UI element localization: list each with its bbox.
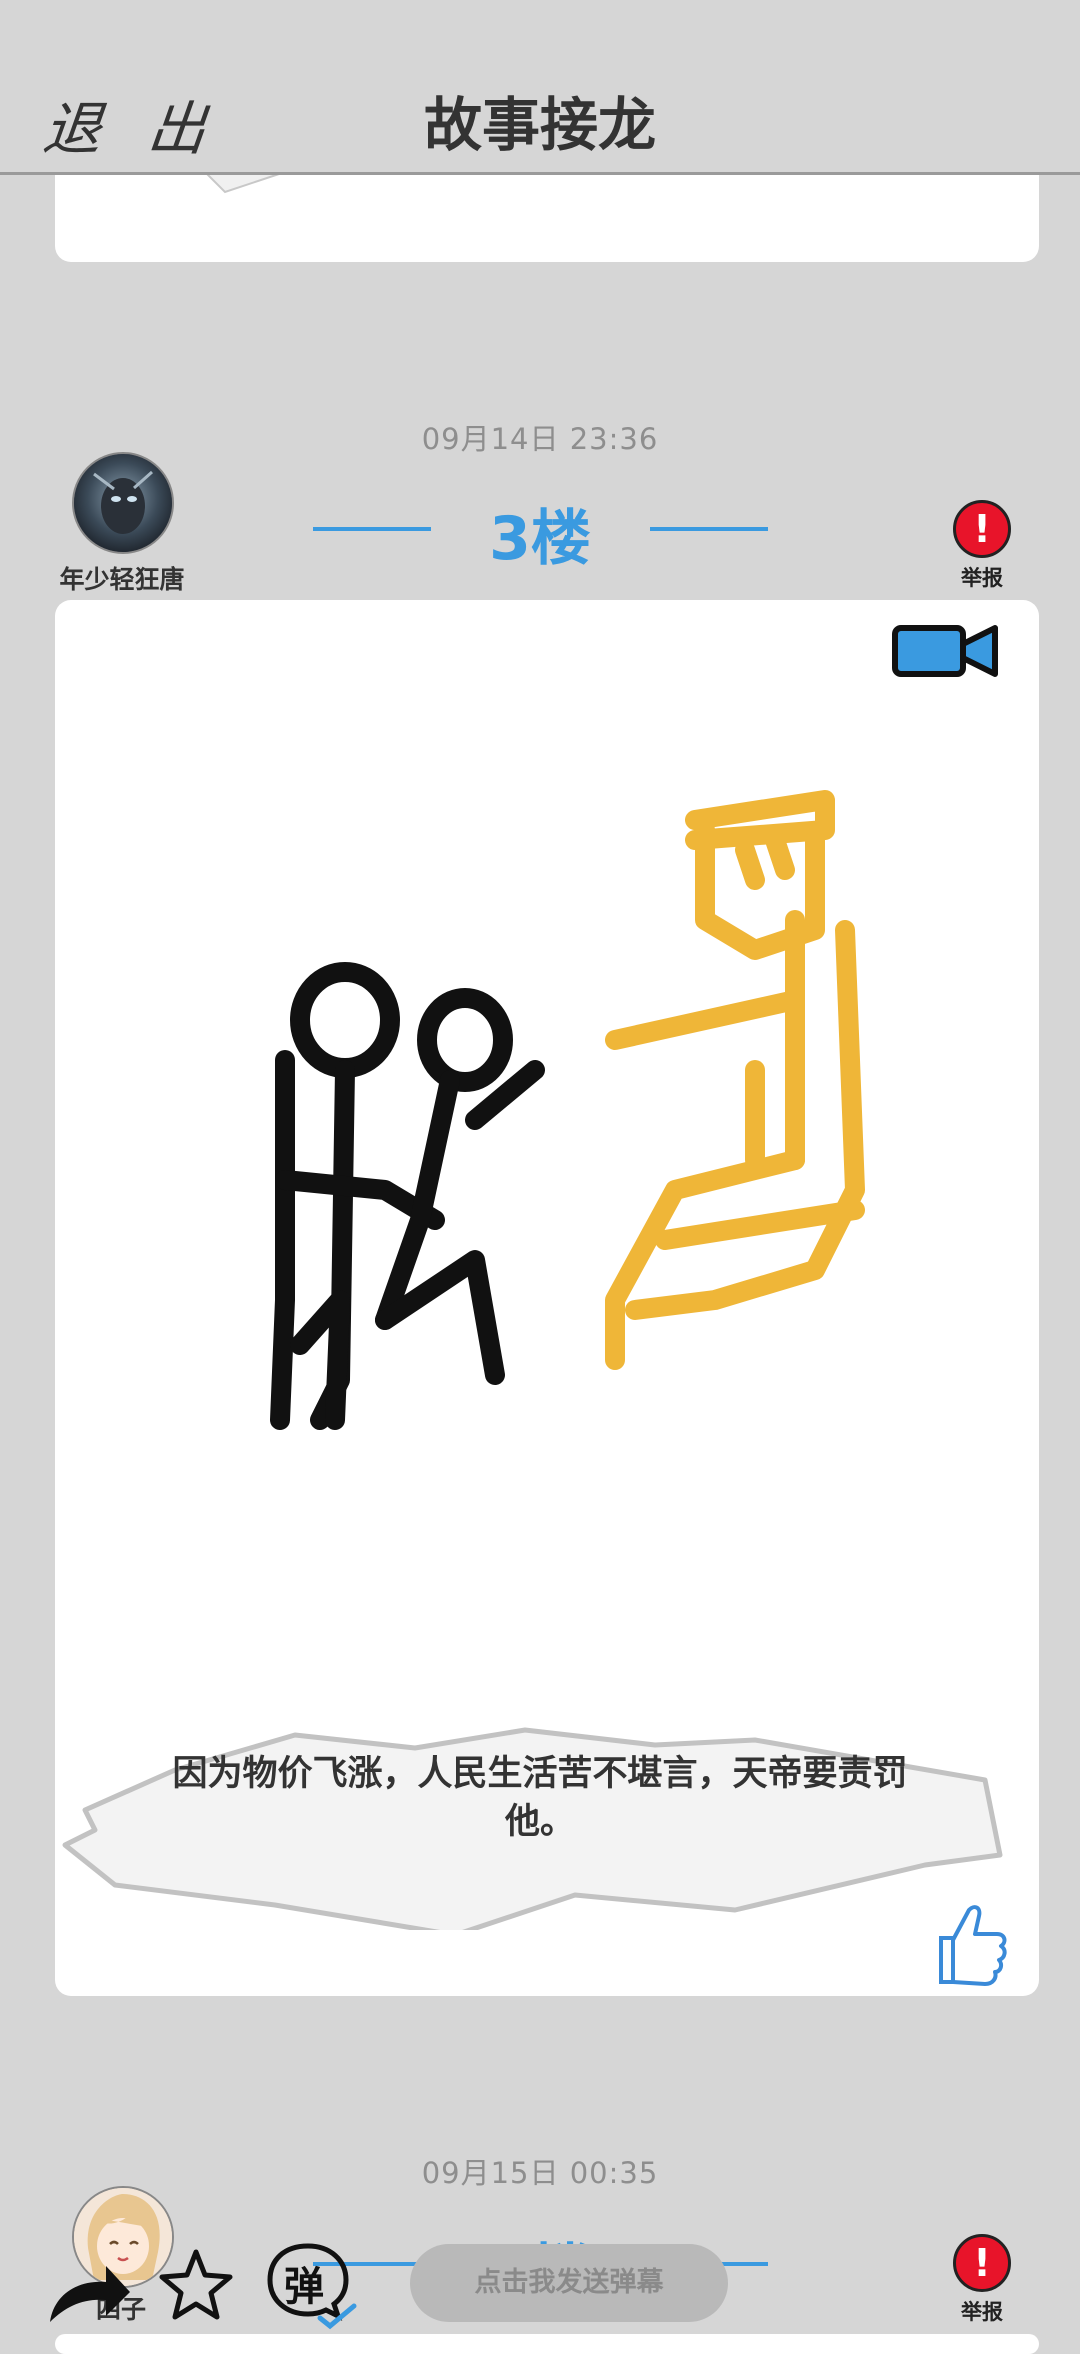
- report-button[interactable]: ! 举报: [944, 500, 1020, 592]
- post-timestamp: 09月15日 00:35: [421, 2156, 659, 2190]
- danmaku-input[interactable]: 点击我发送弹幕: [410, 2244, 728, 2322]
- floor-divider-right: [650, 527, 768, 531]
- page-title: 故事接龙: [423, 91, 656, 159]
- top-bar: 退 出 故事接龙: [0, 0, 1080, 175]
- alert-icon: !: [953, 500, 1011, 558]
- floor-number: 3楼: [489, 504, 591, 574]
- post-timestamp: 09月14日 23:36: [421, 422, 659, 456]
- previous-post-card: [55, 172, 1039, 262]
- story-caption: 因为物价飞涨，人民生活苦不堪言，天帝要责罚他。: [172, 1754, 908, 1842]
- danmaku-toggle-icon[interactable]: 弹: [264, 2240, 357, 2330]
- thumbs-up-icon[interactable]: [923, 1900, 1013, 1990]
- share-arrow-icon[interactable]: [44, 2254, 134, 2330]
- report-label: 举报: [961, 566, 1003, 590]
- previous-caption-bubble: [203, 172, 286, 194]
- bottom-action-bar: 弹 点击我发送弹幕: [0, 2210, 1080, 2340]
- danmaku-glyph: 弹: [284, 2264, 324, 2310]
- star-icon[interactable]: [158, 2246, 234, 2322]
